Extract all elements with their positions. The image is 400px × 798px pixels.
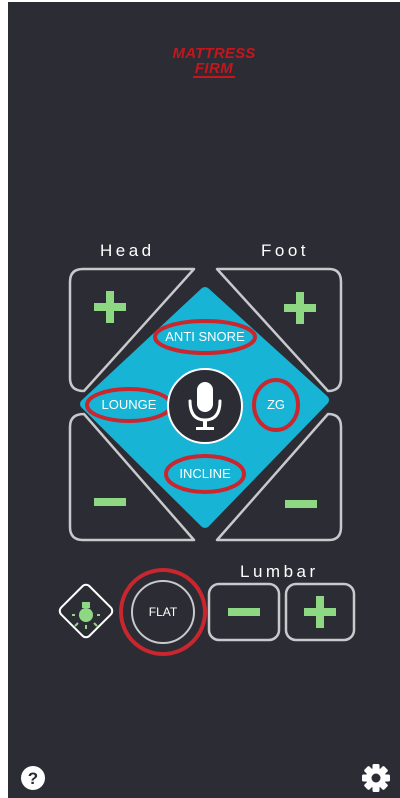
app-screen: MATTRESS FIRM Head Foot ? ANTI SNORE LOU… xyxy=(8,2,400,798)
lumbar-down-button[interactable] xyxy=(207,582,281,642)
plus-icon xyxy=(94,291,126,323)
lounge-button[interactable]: LOUNGE xyxy=(89,397,169,412)
minus-icon xyxy=(94,498,126,506)
bed-control-pad: ? xyxy=(21,267,390,792)
svg-text:?: ? xyxy=(28,769,38,788)
lumbar-label: Lumbar xyxy=(240,562,319,581)
minus-icon xyxy=(228,608,260,616)
gear-icon xyxy=(362,764,390,792)
anti-snore-button[interactable]: ANTI SNORE xyxy=(155,329,255,344)
minus-icon xyxy=(285,500,317,508)
lumbar-up-button[interactable] xyxy=(284,582,356,642)
flat-label: FLAT xyxy=(148,605,178,619)
plus-icon xyxy=(304,596,336,628)
help-button[interactable]: ? xyxy=(21,766,45,790)
light-button[interactable] xyxy=(58,583,115,640)
plus-icon xyxy=(284,292,316,324)
settings-button[interactable] xyxy=(362,764,390,792)
question-icon: ? xyxy=(21,766,45,790)
microphone-button[interactable] xyxy=(167,368,243,444)
zg-button[interactable]: ZG xyxy=(256,397,296,412)
light-bulb-icon xyxy=(72,602,100,629)
incline-button[interactable]: INCLINE xyxy=(166,466,244,481)
